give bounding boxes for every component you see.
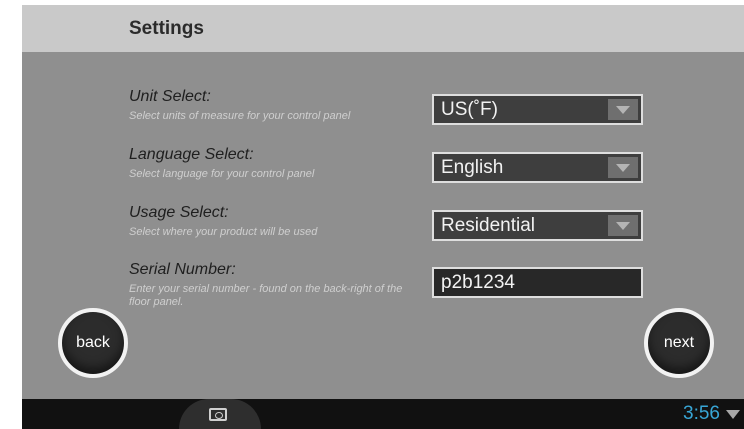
unit-select-label: Unit Select:: [129, 88, 211, 105]
serial-number-label: Serial Number:: [129, 261, 236, 278]
unit-select-row: Unit Select: Select units of measure for…: [129, 88, 643, 138]
language-select-hint: Select language for your control panel: [129, 168, 315, 180]
usage-select-hint: Select where your product will be used: [129, 226, 318, 238]
serial-number-value: p2b1234: [441, 272, 515, 293]
wifi-icon: [726, 410, 740, 419]
system-nav-bar: 3:56: [22, 399, 744, 429]
serial-number-hint: Enter your serial number - found on the …: [129, 283, 403, 308]
screenshot-button[interactable]: [179, 399, 261, 429]
language-select-value: English: [441, 157, 504, 178]
language-select-label: Language Select:: [129, 146, 254, 163]
back-button-label: back: [76, 334, 110, 351]
usage-select-label: Usage Select:: [129, 204, 229, 221]
camera-icon: [209, 408, 227, 421]
language-select-dropdown[interactable]: English: [432, 152, 643, 183]
language-select-row: Language Select: Select language for you…: [129, 146, 643, 196]
usage-select-value: Residential: [441, 215, 535, 236]
next-button[interactable]: next: [644, 308, 714, 378]
serial-number-input[interactable]: p2b1234: [432, 267, 643, 298]
settings-screen: Settings Unit Select: Select units of me…: [22, 5, 744, 429]
unit-select-hint: Select units of measure for your control…: [129, 110, 351, 122]
unit-select-dropdown[interactable]: US(˚F): [432, 94, 643, 125]
status-clock: 3:56: [683, 403, 720, 424]
serial-number-row: Serial Number: Enter your serial number …: [129, 261, 643, 311]
chevron-down-icon: [608, 215, 638, 236]
header-bar: Settings: [22, 5, 744, 52]
back-button[interactable]: back: [58, 308, 128, 378]
chevron-down-icon: [608, 99, 638, 120]
unit-select-value: US(˚F): [441, 99, 498, 120]
chevron-down-icon: [608, 157, 638, 178]
next-button-label: next: [663, 334, 695, 351]
page-title: Settings: [129, 18, 204, 39]
usage-select-row: Usage Select: Select where your product …: [129, 204, 643, 254]
usage-select-dropdown[interactable]: Residential: [432, 210, 643, 241]
